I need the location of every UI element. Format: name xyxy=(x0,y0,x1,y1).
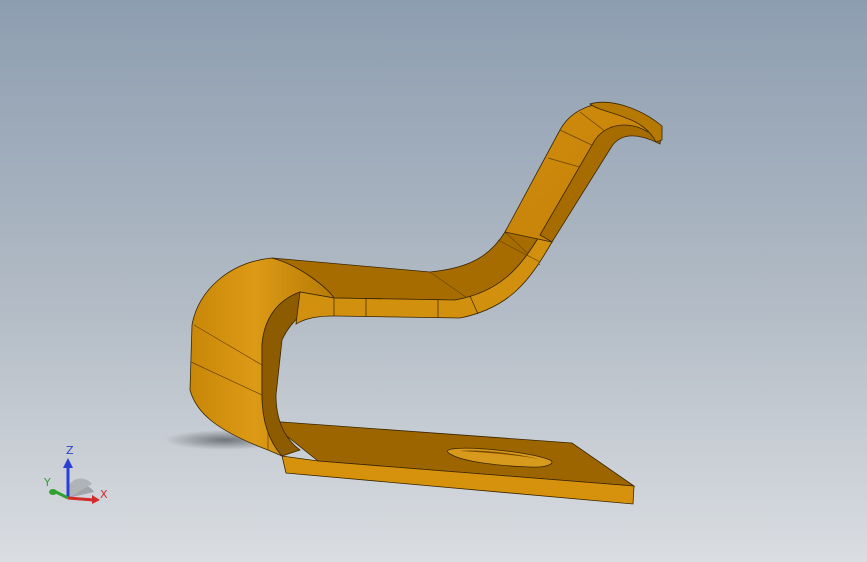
y-axis-label: Y xyxy=(43,476,51,489)
graphics-viewport[interactable]: Z X Y xyxy=(0,0,867,562)
z-axis-label: Z xyxy=(66,444,74,457)
x-axis-line xyxy=(67,496,95,502)
3d-model-view[interactable] xyxy=(0,0,867,562)
x-axis-arrow-icon xyxy=(92,495,100,504)
coordinate-triad: Z X Y xyxy=(43,444,108,504)
y-axis-marker-icon xyxy=(49,489,57,495)
x-axis-label: X xyxy=(100,488,108,501)
z-axis-arrow-icon xyxy=(63,458,73,468)
